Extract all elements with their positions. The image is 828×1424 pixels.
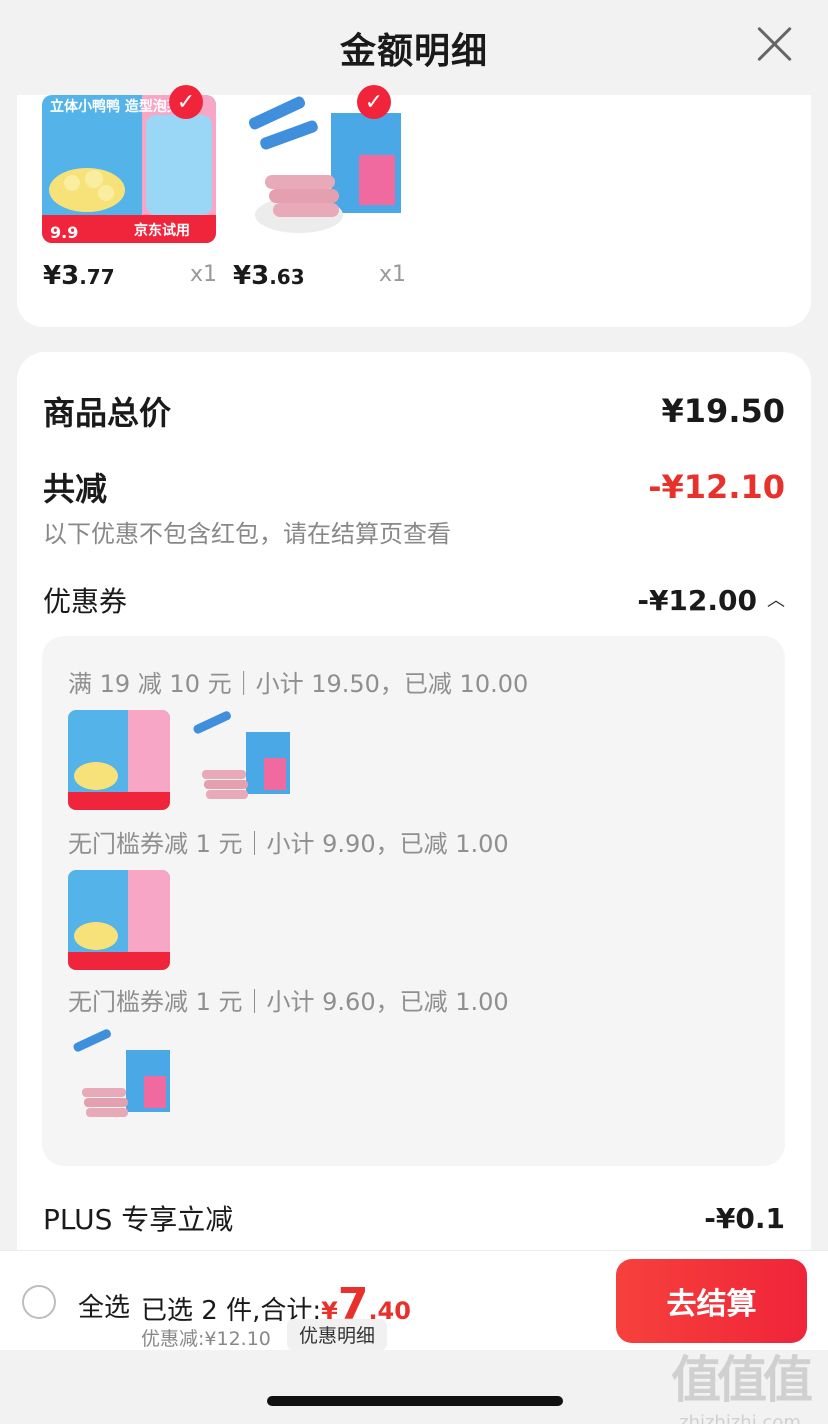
plus-label: PLUS 专享立减 bbox=[43, 1203, 234, 1236]
item-qty: x1 bbox=[379, 262, 407, 287]
reduce-value: -¥12.10 bbox=[648, 468, 785, 506]
coupon-line: 无门槛券减 1 元｜小计 9.90，已减 1.00 bbox=[68, 830, 509, 858]
plus-value: -¥0.1 bbox=[704, 1201, 785, 1235]
select-all-radio[interactable] bbox=[22, 1285, 56, 1319]
select-all-label[interactable]: 全选 bbox=[78, 1287, 130, 1324]
reduce-label: 共减 bbox=[43, 470, 108, 508]
checkout-button[interactable]: 去结算 bbox=[616, 1259, 807, 1343]
coupon-product-thumb bbox=[188, 710, 292, 810]
watermark-logo: 值值值 bbox=[671, 1351, 813, 1409]
promo-price-text: 9.9 bbox=[50, 223, 78, 242]
item-price-dec: .77 bbox=[79, 265, 115, 289]
total-label: 商品总价 bbox=[43, 394, 172, 432]
coupon-value-wrap: -¥12.00 ︿ bbox=[637, 584, 785, 617]
coupon-product-thumb bbox=[68, 1028, 172, 1128]
checkout-bar: 全选 已选 2 件,合计:¥7.40 优惠减:¥12.10 优惠明细 去结算 bbox=[0, 1250, 828, 1350]
coupon-row[interactable]: 优惠券 -¥12.00 ︿ bbox=[43, 580, 785, 620]
item-qty: x1 bbox=[190, 262, 218, 287]
total-value: ¥19.50 bbox=[661, 392, 785, 430]
item-price-int: ¥3 bbox=[43, 261, 80, 291]
watermark: 值值值 zhizhizhi.com bbox=[660, 1340, 820, 1424]
coupon-value: -¥12.00 bbox=[637, 583, 757, 617]
total-row: 商品总价 ¥19.50 bbox=[43, 388, 785, 434]
discount-text: 优惠减:¥12.10 bbox=[141, 1328, 271, 1350]
item-price: ¥3.63 bbox=[233, 261, 305, 291]
item-price-int: ¥3 bbox=[233, 261, 270, 291]
thumb-rolls-art bbox=[73, 1029, 170, 1117]
reduce-note: 以下优惠不包含红包，请在结算页查看 bbox=[43, 520, 451, 548]
discount-detail-button[interactable]: 优惠明细 bbox=[287, 1319, 388, 1350]
close-icon[interactable] bbox=[754, 24, 794, 64]
coupon-line: 无门槛券减 1 元｜小计 9.60，已减 1.00 bbox=[68, 988, 509, 1016]
thumb-puffs-art bbox=[68, 710, 170, 810]
price-detail-card: 商品总价 ¥19.50 共减 -¥12.10 以下优惠不包含红包，请在结算页查看… bbox=[17, 352, 811, 1272]
thumb-puffs-art bbox=[68, 870, 170, 970]
product-card: 立体小鸭鸭 造型泡芙 9.9 京东试用 ✓ ✓ ¥3.77 x1 ¥3.63 x… bbox=[17, 85, 811, 327]
coupon-line: 满 19 减 10 元｜小计 19.50，已减 10.00 bbox=[68, 670, 529, 698]
item-price: ¥3.77 bbox=[43, 261, 115, 291]
coupon-product-thumb bbox=[68, 870, 170, 970]
checked-icon[interactable]: ✓ bbox=[357, 85, 391, 119]
checked-icon[interactable]: ✓ bbox=[169, 85, 203, 119]
coupon-product-thumb bbox=[68, 710, 170, 810]
home-indicator[interactable] bbox=[267, 1396, 563, 1406]
coupon-label: 优惠券 bbox=[43, 585, 128, 618]
promo-tag-text: 京东试用 bbox=[134, 222, 190, 239]
product-title-text: 立体小鸭鸭 造型泡芙 bbox=[50, 98, 182, 115]
page-title: 金额明细 bbox=[339, 30, 488, 72]
coupon-detail-box: 满 19 减 10 元｜小计 19.50，已减 10.00 无门槛券减 1 元｜… bbox=[42, 636, 785, 1166]
watermark-site: zhizhizhi.com bbox=[679, 1412, 801, 1424]
chevron-up-icon[interactable]: ︿ bbox=[767, 586, 785, 612]
plus-row: PLUS 专享立减 -¥0.1 bbox=[43, 1198, 785, 1238]
header: 金额明细 bbox=[0, 0, 828, 95]
item-price-dec: .63 bbox=[269, 265, 305, 289]
thumb-rolls-art bbox=[193, 711, 290, 799]
reduce-row: 共减 -¥12.10 bbox=[43, 464, 785, 510]
